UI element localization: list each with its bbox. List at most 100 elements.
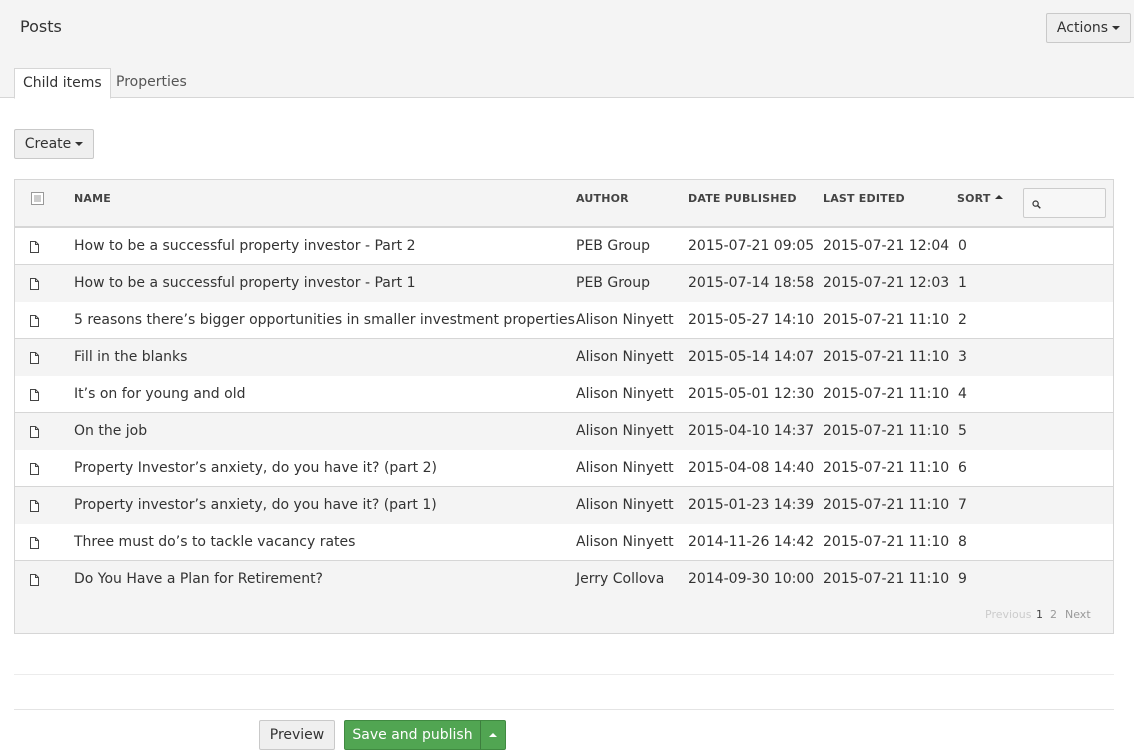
post-sort-order: 4 bbox=[958, 386, 967, 402]
post-last-edited: 2015-07-21 11:10 bbox=[823, 497, 950, 513]
post-author: Alison Ninyett bbox=[576, 497, 674, 513]
post-name[interactable]: Do You Have a Plan for Retirement? bbox=[74, 561, 323, 598]
column-header-sort[interactable]: SORT bbox=[957, 192, 1003, 205]
document-icon bbox=[30, 500, 39, 512]
document-icon bbox=[30, 574, 39, 586]
table-row[interactable]: 5 reasons there’s bigger opportunities i… bbox=[15, 302, 1113, 339]
child-items-grid: NAME AUTHOR DATE PUBLISHED LAST EDITED S… bbox=[14, 179, 1114, 634]
select-all-checkbox[interactable] bbox=[31, 192, 44, 205]
document-icon bbox=[30, 241, 39, 253]
column-header-sort-label: SORT bbox=[957, 192, 991, 205]
post-date-published: 2014-09-30 10:00 bbox=[688, 571, 815, 587]
post-name[interactable]: 5 reasons there’s bigger opportunities i… bbox=[74, 302, 575, 339]
search-icon bbox=[1032, 200, 1041, 209]
post-author: PEB Group bbox=[576, 238, 650, 254]
post-last-edited: 2015-07-21 12:04 bbox=[823, 238, 950, 254]
grid-search-input[interactable] bbox=[1023, 188, 1106, 218]
post-author: Alison Ninyett bbox=[576, 349, 674, 365]
publish-options-toggle[interactable] bbox=[480, 720, 506, 750]
table-row[interactable]: On the job Alison Ninyett 2015-04-10 14:37… bbox=[15, 413, 1113, 450]
document-icon bbox=[30, 352, 39, 364]
caret-down-icon bbox=[75, 142, 84, 146]
table-row[interactable]: How to be a successful property investor… bbox=[15, 228, 1113, 265]
divider bbox=[14, 709, 1114, 710]
post-name[interactable]: How to be a successful property investor… bbox=[74, 265, 415, 302]
document-icon bbox=[30, 315, 39, 327]
post-sort-order: 3 bbox=[958, 349, 967, 365]
post-name[interactable]: Property investor’s anxiety, do you have… bbox=[74, 487, 437, 524]
divider bbox=[14, 674, 1114, 675]
post-last-edited: 2015-07-21 12:03 bbox=[823, 275, 950, 291]
tab-properties[interactable]: Properties bbox=[108, 68, 195, 98]
post-sort-order: 5 bbox=[958, 423, 967, 439]
column-header-author[interactable]: AUTHOR bbox=[576, 192, 629, 205]
post-author: Alison Ninyett bbox=[576, 386, 674, 402]
table-row[interactable]: How to be a successful property investor… bbox=[15, 265, 1113, 302]
document-icon bbox=[30, 278, 39, 290]
post-date-published: 2015-04-10 14:37 bbox=[688, 423, 815, 439]
post-sort-order: 8 bbox=[958, 534, 967, 550]
post-name[interactable]: Fill in the blanks bbox=[74, 339, 187, 376]
post-author: Alison Ninyett bbox=[576, 534, 674, 550]
post-date-published: 2015-07-21 09:05 bbox=[688, 238, 815, 254]
document-icon bbox=[30, 463, 39, 475]
document-icon bbox=[30, 426, 39, 438]
grid-header: NAME AUTHOR DATE PUBLISHED LAST EDITED S… bbox=[15, 180, 1113, 228]
column-header-name[interactable]: NAME bbox=[74, 192, 111, 205]
pager-page-1[interactable]: 1 bbox=[1036, 608, 1043, 622]
post-author: Alison Ninyett bbox=[576, 312, 674, 328]
post-sort-order: 9 bbox=[958, 571, 967, 587]
page-title: Posts bbox=[20, 17, 62, 36]
tab-child-items[interactable]: Child items bbox=[14, 68, 111, 99]
post-sort-order: 1 bbox=[958, 275, 967, 291]
post-date-published: 2015-05-27 14:10 bbox=[688, 312, 815, 328]
post-date-published: 2015-05-01 12:30 bbox=[688, 386, 815, 402]
create-button-label: Create bbox=[24, 136, 72, 152]
document-icon bbox=[30, 537, 39, 549]
post-name[interactable]: How to be a successful property investor… bbox=[74, 228, 415, 265]
create-button[interactable]: Create bbox=[14, 129, 94, 159]
post-sort-order: 6 bbox=[958, 460, 967, 476]
preview-button[interactable]: Preview bbox=[259, 720, 335, 750]
table-row[interactable]: Three must do’s to tackle vacancy rates A… bbox=[15, 524, 1113, 561]
post-date-published: 2015-04-08 14:40 bbox=[688, 460, 815, 476]
post-date-published: 2014-11-26 14:42 bbox=[688, 534, 815, 550]
pager-previous: Previous bbox=[985, 608, 1032, 621]
save-and-publish-button[interactable]: Save and publish bbox=[344, 720, 481, 750]
post-sort-order: 0 bbox=[958, 238, 967, 254]
post-date-published: 2015-05-14 14:07 bbox=[688, 349, 815, 365]
post-last-edited: 2015-07-21 11:10 bbox=[823, 460, 950, 476]
post-last-edited: 2015-07-21 11:10 bbox=[823, 423, 950, 439]
table-row[interactable]: Property Investor’s anxiety, do you have… bbox=[15, 450, 1113, 487]
post-last-edited: 2015-07-21 11:10 bbox=[823, 571, 950, 587]
post-author: Jerry Collova bbox=[576, 571, 665, 587]
post-author: Alison Ninyett bbox=[576, 423, 674, 439]
table-row[interactable]: It’s on for young and old Alison Ninyett 2… bbox=[15, 376, 1113, 413]
post-sort-order: 7 bbox=[958, 497, 967, 513]
post-sort-order: 2 bbox=[958, 312, 967, 328]
post-name[interactable]: Property Investor’s anxiety, do you have… bbox=[74, 450, 437, 487]
actions-button-label: Actions bbox=[1056, 20, 1109, 36]
post-date-published: 2015-01-23 14:39 bbox=[688, 497, 815, 513]
post-last-edited: 2015-07-21 11:10 bbox=[823, 534, 950, 550]
column-header-date-published[interactable]: DATE PUBLISHED bbox=[688, 192, 797, 205]
document-icon bbox=[30, 389, 39, 401]
caret-up-icon bbox=[489, 733, 497, 737]
actions-button[interactable]: Actions bbox=[1046, 13, 1131, 43]
post-name[interactable]: On the job bbox=[74, 413, 147, 450]
post-last-edited: 2015-07-21 11:10 bbox=[823, 386, 950, 402]
post-last-edited: 2015-07-21 11:10 bbox=[823, 349, 950, 365]
post-date-published: 2015-07-14 18:58 bbox=[688, 275, 815, 291]
post-name[interactable]: It’s on for young and old bbox=[74, 376, 245, 413]
table-row[interactable]: Fill in the blanks Alison Ninyett 2015-05-… bbox=[15, 339, 1113, 376]
sort-ascending-icon bbox=[994, 195, 1003, 199]
post-last-edited: 2015-07-21 11:10 bbox=[823, 312, 950, 328]
post-author: Alison Ninyett bbox=[576, 460, 674, 476]
table-row[interactable]: Do You Have a Plan for Retirement? Jerry … bbox=[15, 561, 1113, 598]
column-header-last-edited[interactable]: LAST EDITED bbox=[823, 192, 905, 205]
post-author: PEB Group bbox=[576, 275, 650, 291]
post-name[interactable]: Three must do’s to tackle vacancy rates bbox=[74, 524, 355, 561]
pager-next[interactable]: Next bbox=[1065, 608, 1091, 622]
table-row[interactable]: Property investor’s anxiety, do you have… bbox=[15, 487, 1113, 524]
pager-page-2[interactable]: 2 bbox=[1050, 608, 1057, 622]
